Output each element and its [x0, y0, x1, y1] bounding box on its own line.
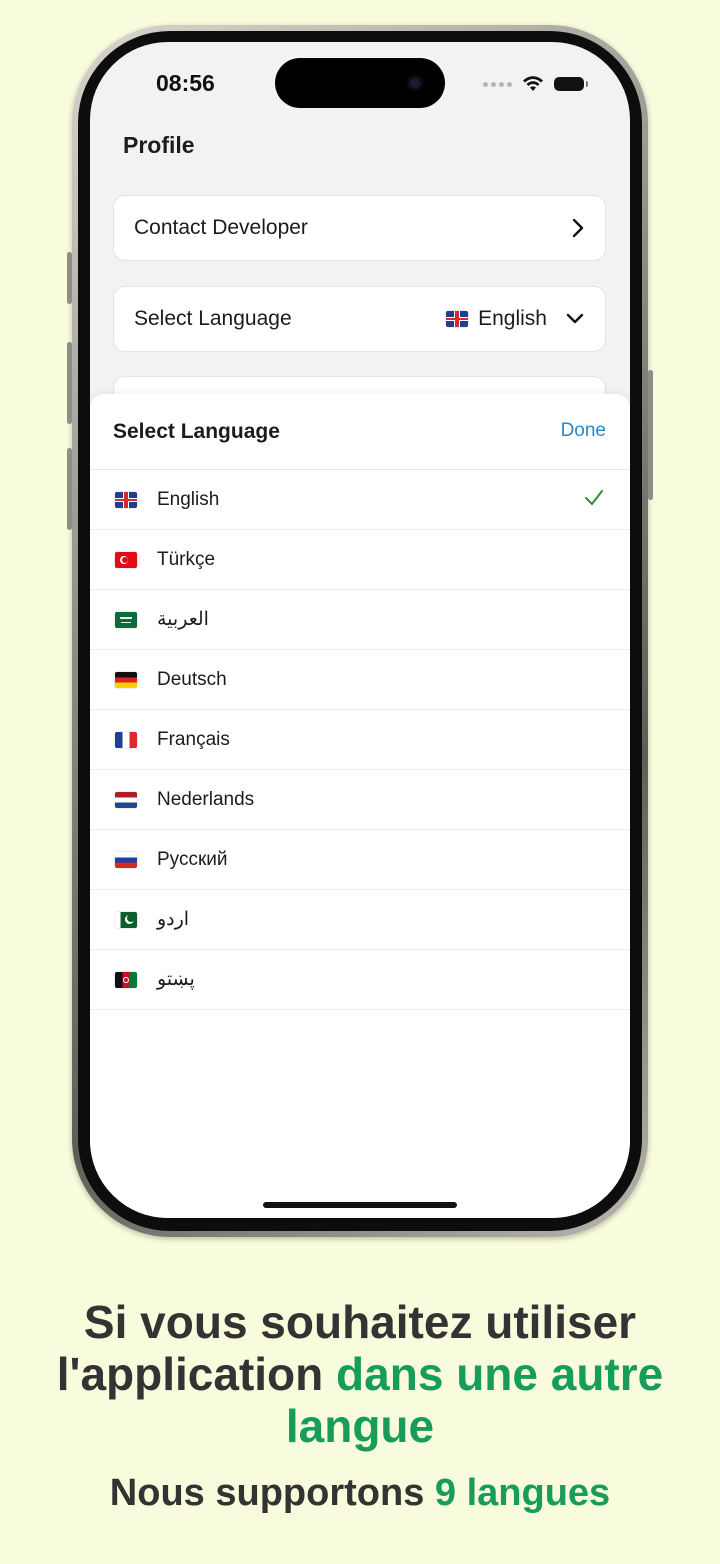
wifi-icon [523, 76, 543, 91]
sheet-header: Select Language Done [90, 394, 630, 470]
language-name: اردو [157, 909, 190, 930]
power-button [648, 370, 653, 500]
volume-down-button [67, 448, 72, 530]
language-name: پښتو [157, 969, 195, 990]
language-option-dutch[interactable]: Nederlands [90, 770, 630, 830]
chevron-right-icon [572, 218, 584, 238]
done-button[interactable]: Done [561, 420, 606, 442]
ru-flag-icon [115, 851, 137, 868]
language-option-russian[interactable]: Русский [90, 830, 630, 890]
contact-developer-row[interactable]: Contact Developer [113, 195, 606, 261]
language-name: Türkçe [157, 548, 216, 570]
select-language-label: Select Language [134, 307, 292, 330]
status-time: 08:56 [156, 70, 215, 96]
home-indicator[interactable] [263, 1202, 457, 1208]
battery-icon [554, 77, 588, 91]
language-option-french[interactable]: Français [90, 710, 630, 770]
sa-flag-icon [115, 611, 137, 628]
language-name: Deutsch [157, 668, 227, 690]
current-language-value: English [478, 307, 547, 330]
sheet-title: Select Language [113, 420, 280, 443]
language-name: العربية [157, 609, 209, 630]
af-flag-icon [115, 971, 137, 988]
subline-text: Nous supportons [109, 1472, 435, 1514]
phone-screen: 08:56 Profile Contact Developer Select L… [90, 42, 630, 1218]
language-name: Nederlands [157, 788, 255, 810]
tr-flag-icon [115, 551, 137, 568]
headline-highlight: dans une autre langue [285, 1348, 664, 1452]
language-option-german[interactable]: Deutsch [90, 650, 630, 710]
pk-flag-icon [115, 911, 137, 928]
language-option-english[interactable]: English [90, 470, 630, 530]
gb-flag-icon [115, 491, 137, 508]
chevron-down-icon [566, 313, 584, 324]
gb-flag-icon [446, 311, 469, 327]
cellular-signal-icon [483, 81, 512, 87]
language-option-pashto[interactable]: پښتو [90, 950, 630, 1010]
language-name: Français [157, 728, 230, 750]
fr-flag-icon [115, 731, 137, 748]
language-option-urdu[interactable]: اردو [90, 890, 630, 950]
language-sheet: Select Language Done English Türkçe العر… [90, 394, 630, 1218]
action-button [67, 252, 72, 304]
page-title: Profile [123, 132, 195, 158]
language-name: English [157, 488, 220, 510]
camera-lens-icon [407, 75, 423, 91]
de-flag-icon [115, 671, 137, 688]
dynamic-island [275, 58, 445, 108]
checkmark-icon [585, 490, 603, 505]
marketing-headline: Si vous souhaitez utiliser l'application… [0, 1296, 720, 1452]
volume-up-button [67, 342, 72, 424]
contact-developer-label: Contact Developer [134, 216, 308, 239]
language-name: Русский [157, 848, 228, 870]
status-icons [483, 72, 588, 96]
subline-highlight: 9 langues [434, 1472, 611, 1514]
marketing-subline: Nous supportons 9 langues [0, 1472, 720, 1515]
nl-flag-icon [115, 791, 137, 808]
language-option-turkish[interactable]: Türkçe [90, 530, 630, 590]
language-option-arabic[interactable]: العربية [90, 590, 630, 650]
select-language-row[interactable]: Select Language English [113, 286, 606, 352]
